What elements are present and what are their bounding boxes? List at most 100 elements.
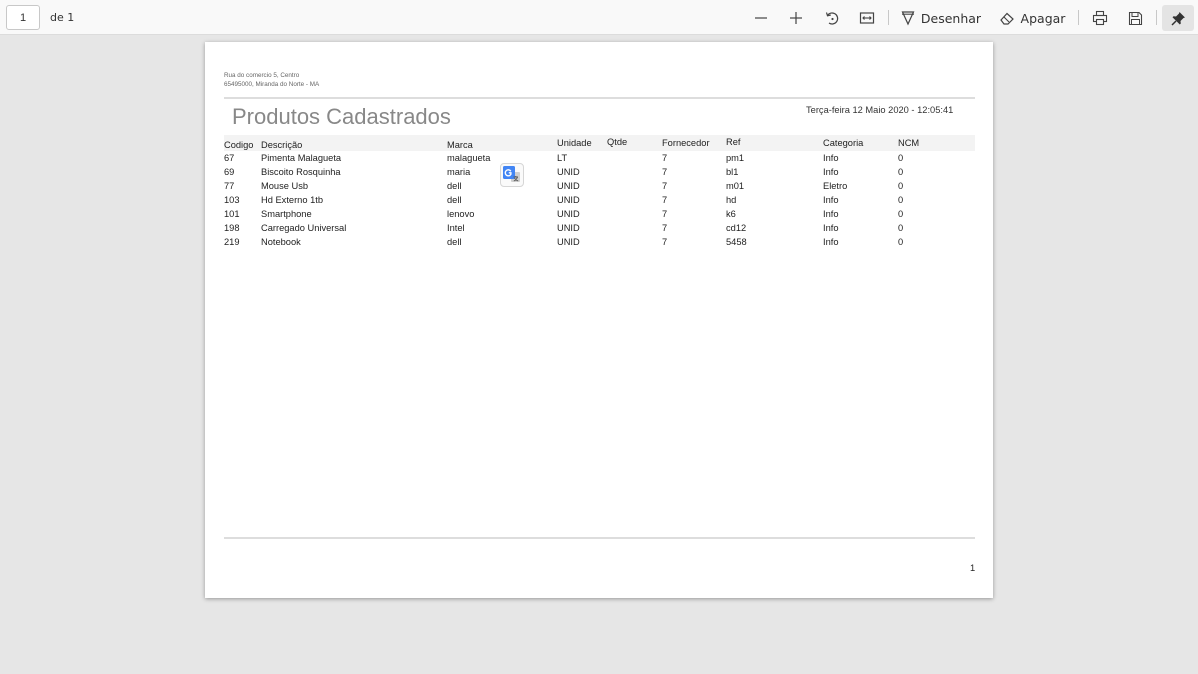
report-title: Produtos Cadastrados <box>232 104 451 129</box>
page-number-input[interactable] <box>6 5 40 30</box>
fit-width-button[interactable] <box>856 5 878 31</box>
column-header-marca: Marca <box>447 140 473 150</box>
address-line: Rua do comercio 5, Centro <box>224 72 300 79</box>
cell-categoria: Eletro <box>823 181 848 191</box>
cell-marca: lenovo <box>447 209 475 219</box>
print-button[interactable] <box>1089 5 1111 31</box>
cell-marca: dell <box>447 181 462 191</box>
column-header-categoria: Categoria <box>823 138 864 148</box>
cell-fornecedor: 7 <box>662 181 668 191</box>
table-row: 67 Pimenta Malagueta malagueta LT 7 pm1 Info 0 <box>224 152 975 166</box>
report-date: Terça-feira 12 Maio 2020 - 12:05:41 <box>806 105 954 115</box>
cell-marca: Intel <box>447 223 465 233</box>
pin-toolbar-button[interactable] <box>1162 5 1194 31</box>
pin-icon <box>1170 11 1185 26</box>
cell-categoria: Info <box>823 223 839 233</box>
table-row: 219 Notebook dell UNID 7 5458 Info 0 <box>224 236 975 250</box>
cell-codigo: 69 <box>224 167 235 177</box>
cell-ncm: 0 <box>898 181 904 191</box>
table-row: 101 Smartphone lenovo UNID 7 k6 Info 0 <box>224 208 975 222</box>
cell-unidade: LT <box>557 153 568 163</box>
zoom-in-button[interactable] <box>785 5 807 31</box>
erase-label: Apagar <box>1020 10 1066 26</box>
table-row: 69 Biscoito Rosquinha maria UNID 7 bl1 Info 0 <box>224 166 975 180</box>
pdf-page: Rua do comercio 5, Centro 65495000, Mira… <box>205 42 993 598</box>
cell-descricao: Hd Externo 1tb <box>261 195 324 205</box>
cell-codigo: 198 <box>224 223 240 233</box>
column-header-fornecedor: Fornecedor <box>662 138 710 148</box>
cell-ref: pm1 <box>726 153 745 163</box>
minus-icon <box>755 17 767 19</box>
cell-codigo: 103 <box>224 195 240 205</box>
save-button[interactable] <box>1124 5 1146 31</box>
page-count-label: de 1 <box>50 11 75 24</box>
fit-width-icon <box>859 12 875 24</box>
plus-icon <box>790 12 802 24</box>
column-header-qtde: Qtde <box>607 137 628 147</box>
pdf-toolbar: de 1 Desenhar <box>0 0 1198 35</box>
cell-categoria: Info <box>823 153 839 163</box>
column-header-ref: Ref <box>726 137 741 147</box>
cell-ncm: 0 <box>898 167 904 177</box>
cell-categoria: Info <box>823 167 839 177</box>
toolbar-separator <box>888 10 889 25</box>
cell-descricao: Biscoito Rosquinha <box>261 167 341 177</box>
printer-icon <box>1092 10 1108 26</box>
cell-ncm: 0 <box>898 223 904 233</box>
floppy-icon <box>1128 11 1142 25</box>
table-header: Codigo Descrição Marca Unidade Qtde Fornecedo… <box>224 135 975 151</box>
cell-fornecedor: 7 <box>662 167 668 177</box>
cell-fornecedor: 7 <box>662 223 668 233</box>
rotate-icon <box>825 12 839 25</box>
cell-codigo: 219 <box>224 237 240 247</box>
cell-categoria: Info <box>823 209 839 219</box>
cell-descricao: Notebook <box>261 237 301 247</box>
company-address: Rua do comercio 5, Centro 65495000, Mira… <box>224 71 319 89</box>
erase-button[interactable]: Apagar <box>996 5 1068 31</box>
column-header-unidade: Unidade <box>557 138 592 148</box>
header-divider <box>224 97 975 99</box>
cell-categoria: Info <box>823 195 839 205</box>
cell-unidade: UNID <box>557 223 580 233</box>
cell-ref: bl1 <box>726 167 739 177</box>
cell-unidade: UNID <box>557 181 580 191</box>
cell-fornecedor: 7 <box>662 195 668 205</box>
column-header-ncm: NCM <box>898 138 920 148</box>
draw-button[interactable]: Desenhar <box>900 5 982 31</box>
cell-unidade: UNID <box>557 209 580 219</box>
cell-ncm: 0 <box>898 153 904 163</box>
cell-descricao: Carregado Universal <box>261 223 347 233</box>
cell-ref: k6 <box>726 209 736 219</box>
cell-marca: maria <box>447 167 471 177</box>
table-row: 198 Carregado Universal Intel UNID 7 cd12 Info… <box>224 222 975 236</box>
cell-codigo: 101 <box>224 209 240 219</box>
toolbar-separator <box>1156 10 1157 25</box>
cell-marca: malagueta <box>447 153 491 163</box>
cell-fornecedor: 7 <box>662 237 668 247</box>
cell-ncm: 0 <box>898 237 904 247</box>
footer-divider <box>224 537 975 539</box>
cell-unidade: UNID <box>557 237 580 247</box>
cell-ncm: 0 <box>898 195 904 205</box>
cell-codigo: 67 <box>224 153 235 163</box>
rotate-button[interactable] <box>821 5 843 31</box>
cell-unidade: UNID <box>557 195 580 205</box>
translate-glyph-icon <box>503 166 520 182</box>
cell-descricao: Smartphone <box>261 209 312 219</box>
cell-descricao: Pimenta Malagueta <box>261 153 342 163</box>
cell-ref: hd <box>726 195 737 205</box>
google-translate-icon[interactable] <box>500 163 524 187</box>
cell-fornecedor: 7 <box>662 153 668 163</box>
page-number: 1 <box>970 563 976 573</box>
column-header-descricao: Descrição <box>261 140 303 150</box>
cell-categoria: Info <box>823 237 839 247</box>
cell-ref: cd12 <box>726 223 747 233</box>
eraser-icon <box>999 12 1014 25</box>
draw-label: Desenhar <box>920 10 982 26</box>
table-row: 77 Mouse Usb dell UNID 7 m01 Eletro 0 <box>224 180 975 194</box>
zoom-out-button[interactable] <box>750 5 772 31</box>
cell-unidade: UNID <box>557 167 580 177</box>
cell-marca: dell <box>447 237 462 247</box>
pen-icon <box>901 11 915 26</box>
cell-ref: m01 <box>726 181 745 191</box>
